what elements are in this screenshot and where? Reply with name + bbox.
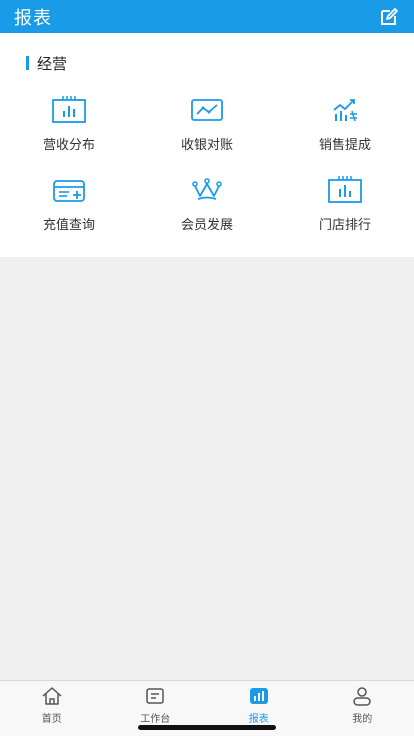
page-title: 报表	[14, 7, 52, 29]
report-item-label: 会员发展	[180, 218, 233, 233]
section-title: 经营	[37, 54, 68, 73]
tab-label: 首页	[41, 714, 62, 725]
home-indicator	[138, 725, 276, 730]
tab-home[interactable]: 首页	[0, 681, 104, 736]
workbench-icon	[143, 685, 167, 707]
ranking-chart-icon	[327, 175, 363, 205]
report-item-revenue-distribution[interactable]: 营收分布	[0, 91, 138, 171]
card-add-icon	[51, 175, 87, 205]
tab-label: 报表	[248, 714, 269, 725]
report-item-label: 充值查询	[42, 218, 95, 233]
tab-label: 工作台	[140, 714, 171, 725]
app-header: 报表	[0, 0, 414, 33]
report-item-label: 销售提成	[318, 138, 371, 153]
crown-icon	[189, 175, 225, 205]
report-item-recharge-query[interactable]: 充值查询	[0, 171, 138, 251]
edit-button[interactable]	[378, 6, 400, 28]
section-accent-bar	[26, 56, 29, 70]
trend-line-icon	[189, 95, 225, 125]
report-item-label: 门店排行	[318, 218, 371, 233]
report-item-cashier-reconciliation[interactable]: 收银对账	[138, 91, 276, 171]
business-section: 经营 营收分布 收银对账 销售提成 充值查询 会员发展 门店排行	[0, 33, 414, 257]
section-header: 经营	[26, 54, 68, 73]
edit-icon	[381, 7, 398, 25]
home-icon	[40, 685, 64, 707]
report-grid: 营收分布 收银对账 销售提成 充值查询 会员发展 门店排行	[0, 91, 414, 251]
report-item-sales-commission[interactable]: 销售提成	[276, 91, 414, 171]
report-item-label: 收银对账	[180, 138, 233, 153]
report-item-label: 营收分布	[42, 138, 95, 153]
report-item-store-ranking[interactable]: 门店排行	[276, 171, 414, 251]
tab-profile[interactable]: 我的	[311, 681, 414, 736]
bar-chart-icon	[51, 95, 87, 125]
user-icon	[350, 685, 374, 707]
report-icon	[247, 685, 271, 707]
report-item-member-growth[interactable]: 会员发展	[138, 171, 276, 251]
tab-label: 我的	[352, 714, 373, 725]
growth-chart-icon	[327, 95, 363, 125]
